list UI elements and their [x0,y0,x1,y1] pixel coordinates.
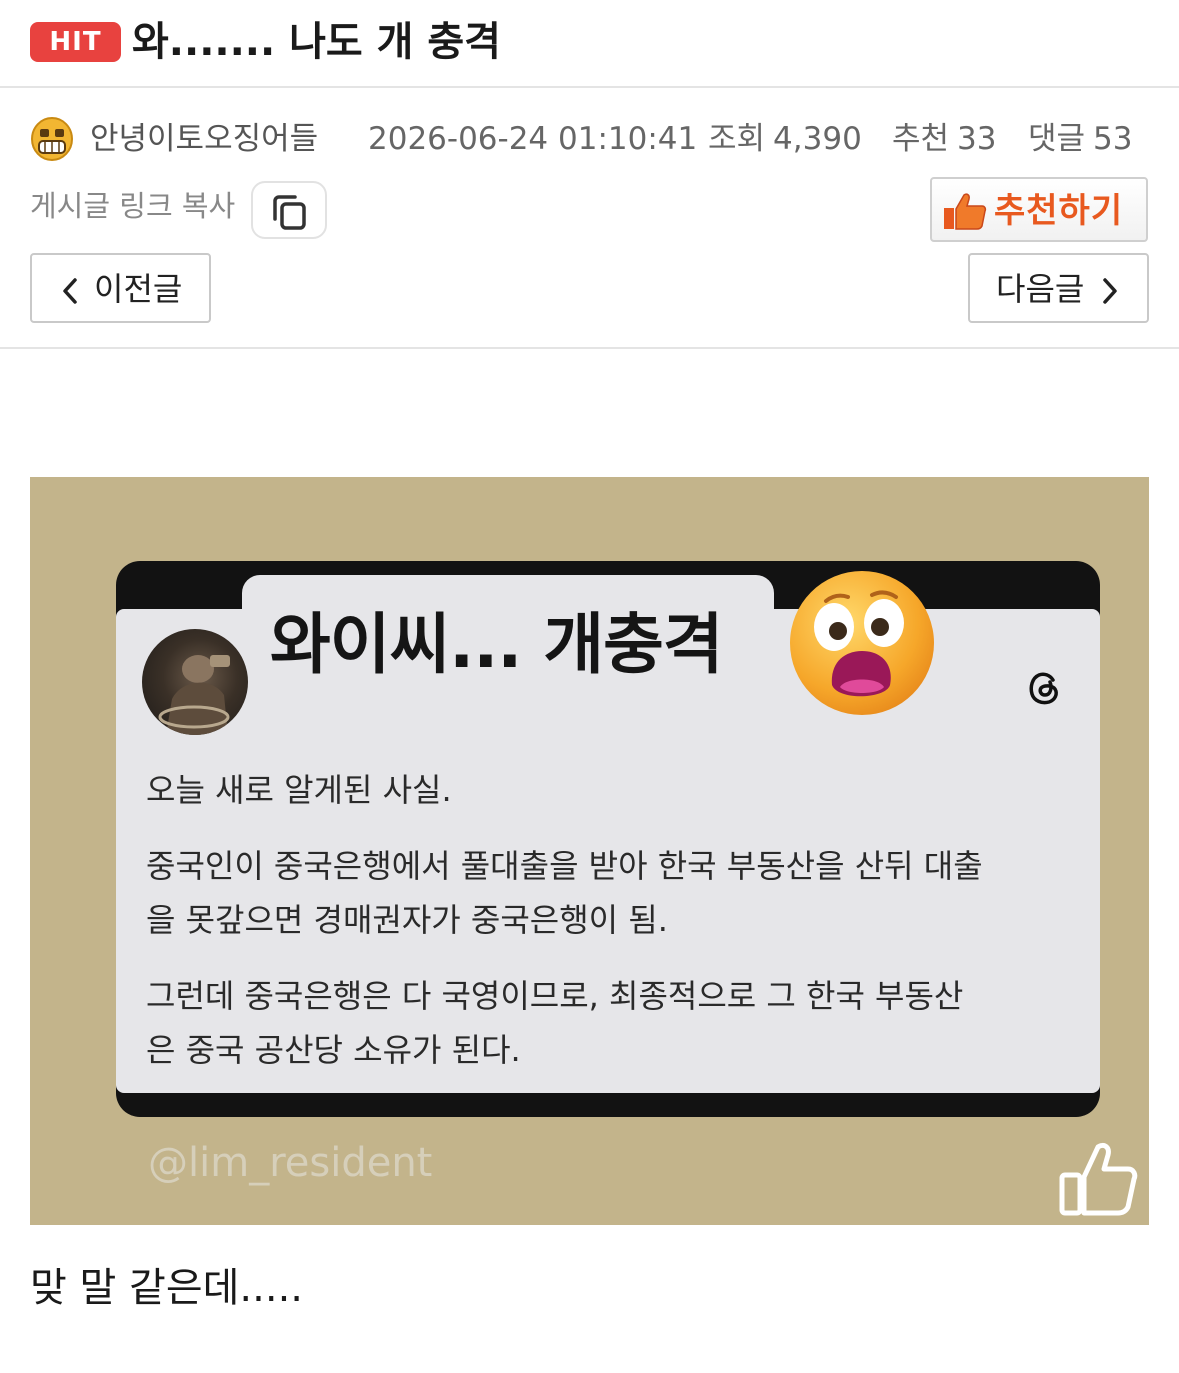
post-title: 와....... 나도 개 충격 [132,19,501,65]
copy-icon [273,195,306,230]
recommend-count: 추천 33 [892,118,997,160]
shocked-face-emoji-icon [790,571,934,715]
grinning-squinting-avatar-icon [31,117,73,161]
like-outline-icon [1059,1142,1138,1216]
copy-link-button[interactable] [251,181,327,239]
profile-picture [142,629,248,735]
card-text-para2-line2: 은 중국 공산당 소유가 된다. [146,1031,521,1069]
view-count: 조회 4,390 [708,118,862,160]
hit-badge: HIT [30,22,121,62]
comment-value: 53 [1093,121,1133,157]
recommend-label: 추천 [892,121,950,157]
recommend-value: 33 [957,121,997,157]
next-post-button[interactable]: 다음글 [968,253,1149,323]
prev-post-label: 이전글 [94,270,183,308]
view-label: 조회 [708,121,766,157]
prev-post-button[interactable]: 이전글 [30,253,211,323]
card-title: 와이씨... 개충격 [270,606,724,683]
chevron-left-icon [63,278,77,304]
card-text-para1-line2: 을 못갚으면 경매권자가 중국은행이 됨. [146,901,668,939]
comment-label: 댓글 [1028,121,1086,157]
watermark-handle: @lim_resident [148,1140,433,1186]
view-value: 4,390 [773,121,862,157]
card-text-para1-line1: 중국인이 중국은행에서 풀대출을 받아 한국 부동산을 산뒤 대출 [146,847,983,885]
post-date: 2026-06-24 01:10:41 [368,121,698,157]
recommend-button[interactable]: 추천하기 [930,177,1148,242]
post-image: 와이씨... 개충격 오늘 새로 알게된 사실. 중국인이 중국은행에서 풀대출… [30,477,1149,1225]
author-name[interactable]: 안녕이토오징어들 [90,118,318,160]
threads-logo-icon [1029,672,1058,705]
recommend-button-label: 추천하기 [994,191,1124,231]
post-header: HIT 와....... 나도 개 충격 [0,0,1179,88]
card-text-para2-line1: 그런데 중국은행은 다 국영이므로, 최종적으로 그 한국 부동산 [146,977,964,1015]
thumbs-up-icon [944,193,987,230]
comment-count: 댓글 53 [1028,118,1133,160]
chevron-right-icon [1103,278,1117,304]
post-meta: 안녕이토오징어들 2026-06-24 01:10:41 조회 4,390 추천 3… [30,114,1150,164]
card-text-line1: 오늘 새로 알게된 사실. [146,771,452,809]
next-post-label: 다음글 [996,270,1085,308]
profile-photo-icon [158,655,230,735]
section-divider [0,347,1179,349]
copy-link-label: 게시글 링크 복사 [30,189,236,223]
post-body-text: 맞 말 같은데..... [30,1265,304,1311]
